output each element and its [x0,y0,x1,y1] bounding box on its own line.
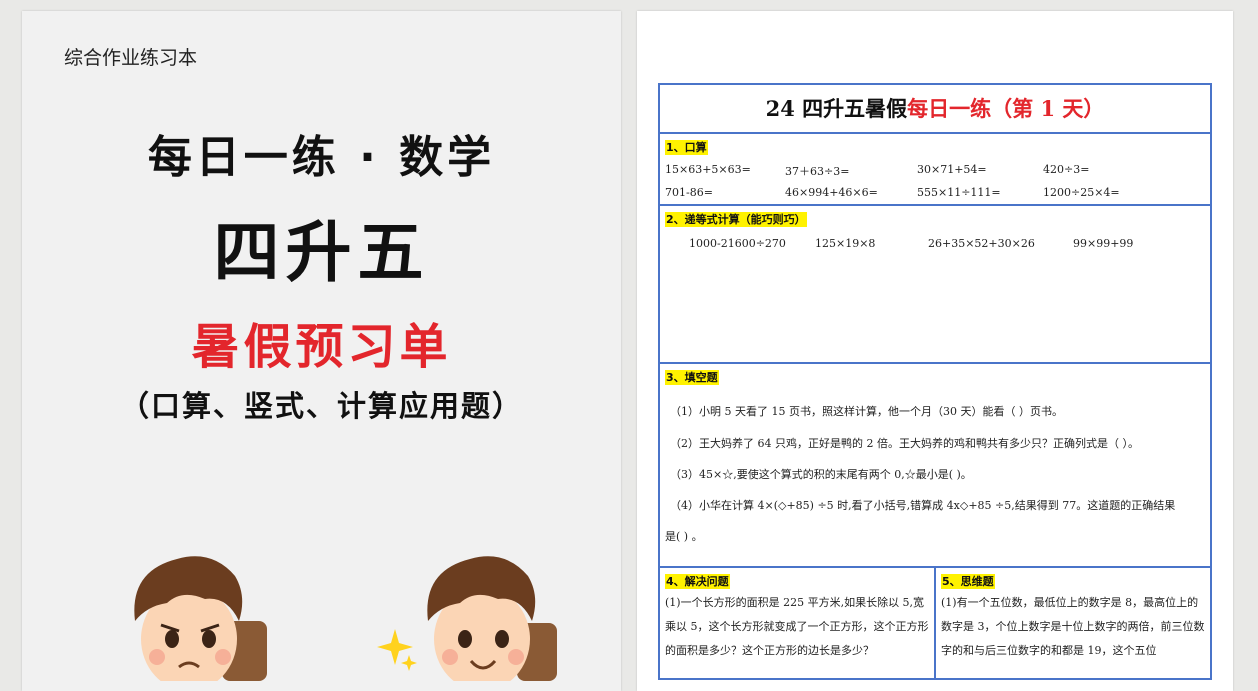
worksheet-page: 24 四升五暑假每日一练（第 1 天） 1、口算 15×63+5×63= 37＋… [637,11,1233,691]
worried-boy-illustration [134,556,267,681]
question-item: （3）45×☆,要使这个算式的积的末尾有两个 0,☆最小是( )。 [670,468,972,481]
calc-item: 26+35×52+30×26 [928,237,1035,250]
section-heading: 1、口算 [665,140,708,155]
calc-item: 555×11÷111= [917,186,1001,199]
cover-subtitle: （口算、竖式、计算应用题） [119,389,523,423]
section-heading: 2、递等式计算（能巧则巧） [665,212,807,227]
calc-item: 1000-21600÷270 [689,237,786,250]
section-fill-blank: 3、填空题 （1）小明 5 天看了 15 页书，照这样计算，他一个月（30 天）… [660,362,1210,566]
section-solve: 4、解决问题 (1)一个长方形的面积是 225 平方米,如果长除以 5,宽乘以 … [660,568,936,678]
worksheet-title: 24 四升五暑假每日一练（第 1 天） [660,85,1210,132]
calc-item: 1200÷25×4= [1043,186,1120,199]
worksheet-title-red: 每日一练（第 1 天） [907,96,1105,121]
cover-page: 综合作业练习本 每日一练 · 数学 四升五 暑假预习单 （口算、竖式、计算应用题… [22,11,621,691]
section-heading: 4、解决问题 [665,574,730,589]
calc-item: 420÷3= [1043,163,1090,176]
calc-item: 46×994+46×6= [785,186,878,199]
question-item: （1）小明 5 天看了 15 页书，照这样计算，他一个月（30 天）能看（ ）页… [670,405,1063,418]
cover-title-line2: 四升五 [213,214,430,291]
calc-item: 125×19×8 [815,237,876,250]
worksheet-table: 24 四升五暑假每日一练（第 1 天） 1、口算 15×63+5×63= 37＋… [658,83,1212,680]
question-item: （4）小华在计算 4×(◇+85) ÷5 时,看了小括号,错算成 4x◇+85 … [670,499,1176,512]
section-oral: 1、口算 15×63+5×63= 37＋63÷3= 30×71+54= 420÷… [660,132,1210,204]
section-step-calc: 2、递等式计算（能巧则巧） 1000-21600÷270 125×19×8 26… [660,204,1210,362]
section-heading: 5、思维题 [941,574,995,589]
cover-title-line3: 暑假预习单 [191,319,452,375]
brand-label: 综合作业练习本 [64,47,198,69]
section-thinking: 5、思维题 (1)有一个五位数，最低位上的数字是 8，最高位上的数字是 3，个位… [936,568,1210,678]
calc-item: 30×71+54= [917,163,987,176]
solve-question: (1)一个长方形的面积是 225 平方米,如果长除以 5,宽乘以 5，这个长方形… [665,596,929,657]
question-item: （2）王大妈养了 64 只鸡，正好是鸭的 2 倍。王大妈养的鸡和鸭共有多少只？正… [670,437,1139,450]
thinking-question: (1)有一个五位数，最低位上的数字是 8，最高位上的数字是 3，个位上数字是十位… [941,596,1205,657]
calc-item: 15×63+5×63= [665,163,751,176]
cover-title-line1: 每日一练 · 数学 [147,132,496,183]
worksheet-title-black: 24 四升五暑假 [765,96,908,121]
section-split: 4、解决问题 (1)一个长方形的面积是 225 平方米,如果长除以 5,宽乘以 … [660,566,1210,678]
calc-item: 37＋63÷3= [785,165,850,178]
question-item: 是( ) 。 [665,530,703,543]
section-heading: 3、填空题 [665,370,719,385]
calc-item: 99×99+99 [1073,237,1134,250]
calc-item: 701-86= [665,186,713,199]
happy-boy-illustration [377,556,557,681]
